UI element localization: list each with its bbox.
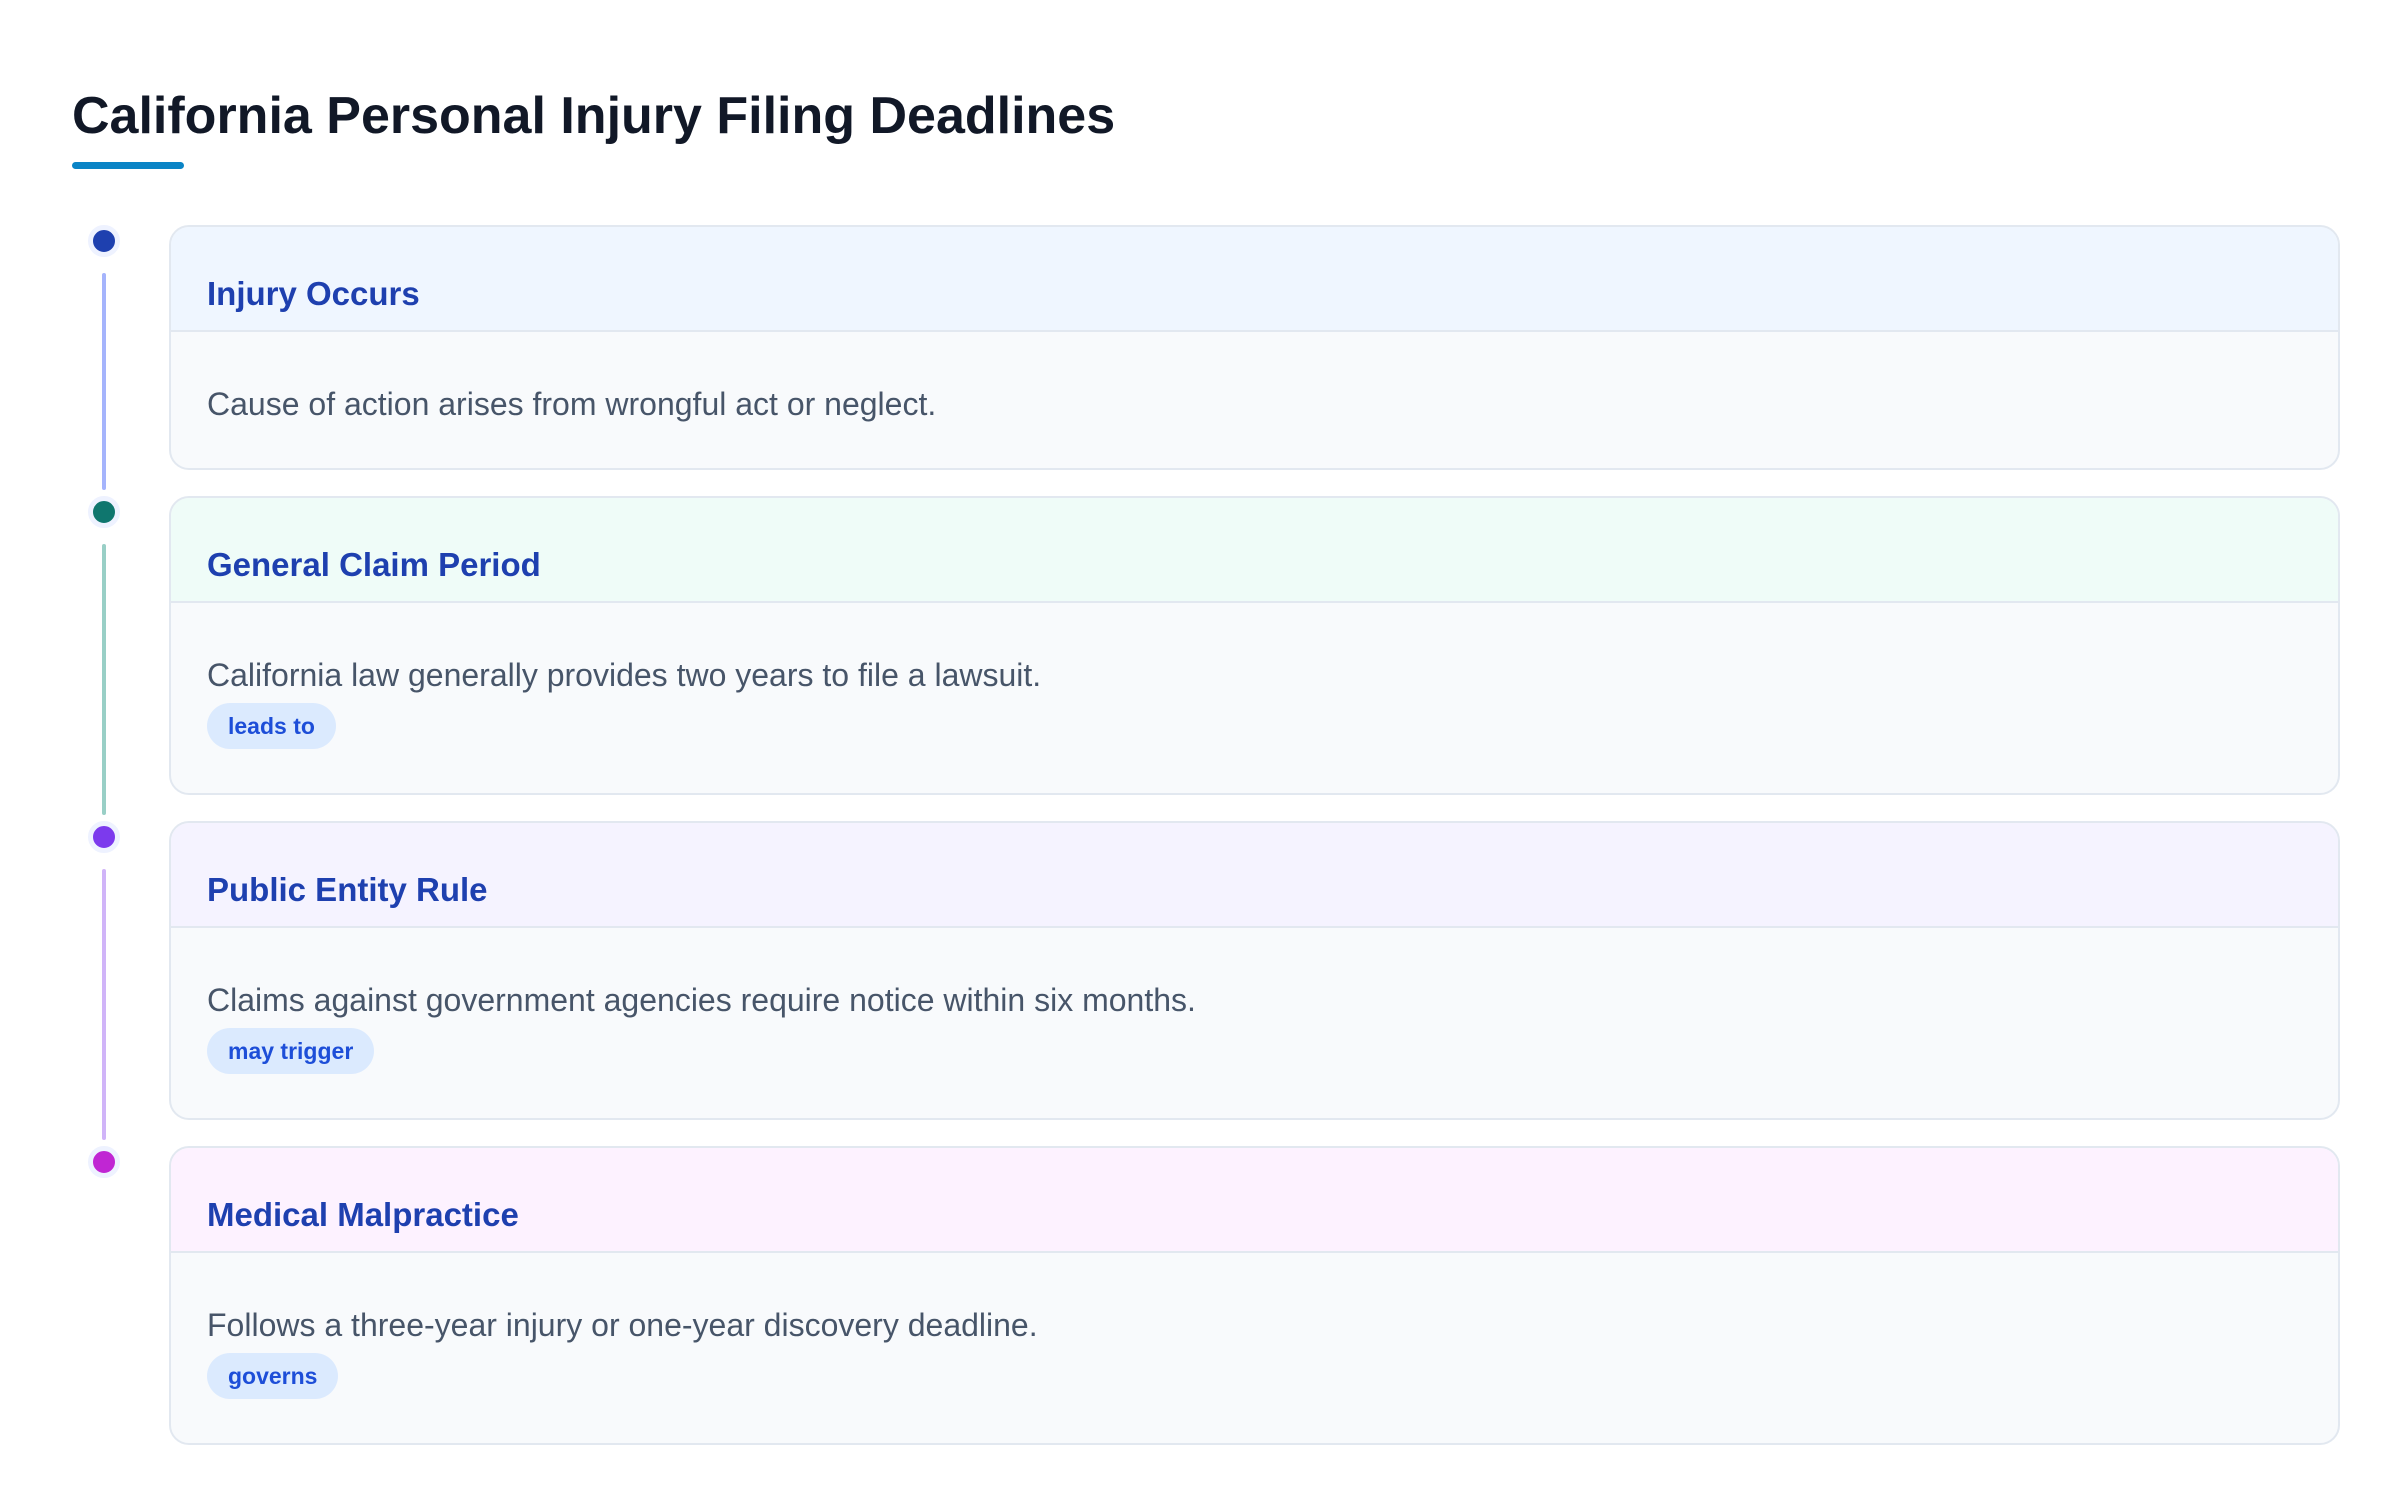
timeline-connector — [102, 544, 106, 815]
step-title: Injury Occurs — [207, 275, 420, 312]
step-card-header: Public Entity Rule — [171, 823, 2338, 928]
step-description: Cause of action arises from wrongful act… — [207, 386, 937, 422]
step-card-header: Injury Occurs — [171, 227, 2338, 332]
timeline-connector — [102, 869, 106, 1140]
timeline-marker — [72, 821, 169, 1140]
step-card-body: California law generally provides two ye… — [171, 603, 2338, 793]
step-title: Medical Malpractice — [207, 1196, 519, 1233]
timeline-step-injury-occurs: Injury Occurs Cause of action arises fro… — [72, 225, 2340, 490]
page-title: California Personal Injury Filing Deadli… — [72, 87, 1116, 145]
step-card: Medical Malpractice Follows a three-year… — [169, 1146, 2340, 1445]
step-card-body: Follows a three-year injury or one-year … — [171, 1253, 2338, 1443]
step-description: California law generally provides two ye… — [207, 657, 1042, 693]
step-card-body: Claims against government agencies requi… — [171, 928, 2338, 1118]
step-title: General Claim Period — [207, 546, 541, 583]
page: California Personal Injury Filing Deadli… — [72, 84, 2340, 1445]
timeline-dot — [88, 225, 120, 257]
relation-tag: governs — [207, 1353, 339, 1399]
step-description: Claims against government agencies requi… — [207, 982, 1196, 1018]
step-card: Injury Occurs Cause of action arises fro… — [169, 225, 2340, 470]
timeline-marker — [72, 1146, 169, 1445]
step-card-body: Cause of action arises from wrongful act… — [171, 332, 2338, 468]
timeline-dot — [88, 1146, 120, 1178]
step-description: Follows a three-year injury or one-year … — [207, 1307, 1038, 1343]
step-card: General Claim Period California law gene… — [169, 496, 2340, 795]
step-card: Public Entity Rule Claims against govern… — [169, 821, 2340, 1120]
timeline-dot — [88, 821, 120, 853]
timeline-marker — [72, 225, 169, 490]
timeline-step-medical-malpractice: Medical Malpractice Follows a three-year… — [72, 1146, 2340, 1445]
timeline: Injury Occurs Cause of action arises fro… — [72, 225, 2340, 1445]
step-card-header: Medical Malpractice — [171, 1148, 2338, 1253]
relation-tag: may trigger — [207, 1028, 375, 1074]
timeline-marker — [72, 496, 169, 815]
timeline-dot — [88, 496, 120, 528]
relation-tag: leads to — [207, 703, 336, 749]
step-card-header: General Claim Period — [171, 498, 2338, 603]
step-title: Public Entity Rule — [207, 871, 488, 908]
title-underline — [72, 162, 184, 169]
timeline-connector — [102, 273, 106, 490]
timeline-step-general-claim-period: General Claim Period California law gene… — [72, 496, 2340, 815]
timeline-step-public-entity-rule: Public Entity Rule Claims against govern… — [72, 821, 2340, 1140]
